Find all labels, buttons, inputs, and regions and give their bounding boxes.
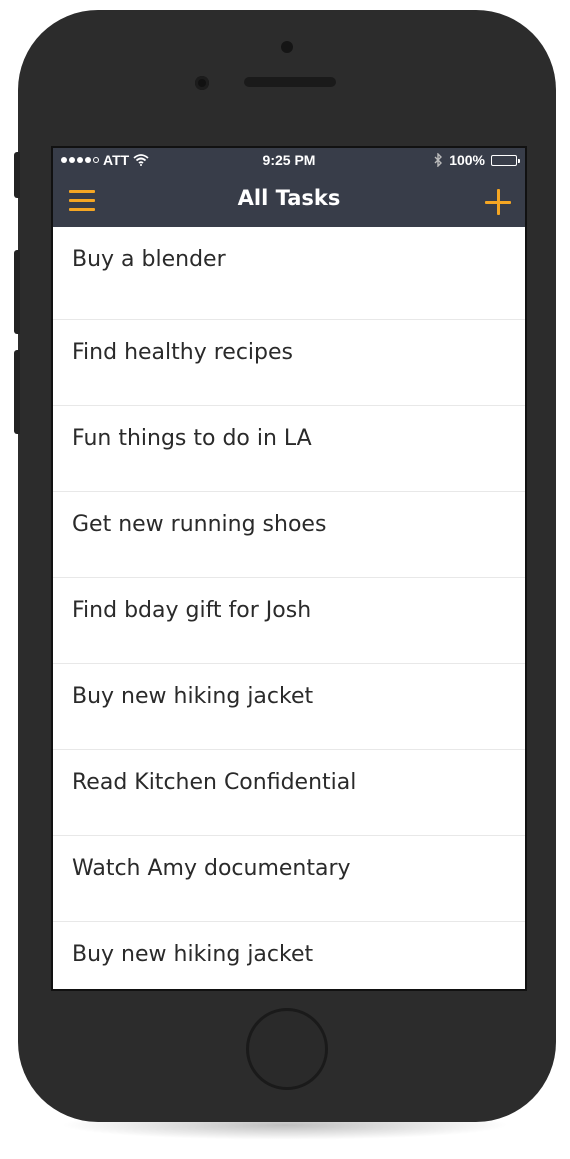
task-item[interactable]: Buy new hiking jacket bbox=[53, 922, 525, 989]
mute-switch bbox=[14, 152, 20, 198]
battery-percent: 100% bbox=[449, 152, 485, 168]
plus-icon[interactable] bbox=[485, 189, 511, 215]
earpiece-speaker bbox=[244, 77, 336, 87]
task-item[interactable]: Find bday gift for Josh bbox=[53, 578, 525, 664]
task-item[interactable]: Buy new hiking jacket bbox=[53, 664, 525, 750]
volume-up-button bbox=[14, 250, 20, 334]
page-title: All Tasks bbox=[237, 186, 341, 210]
battery-icon bbox=[491, 154, 520, 166]
app-header: ATT 9:25 PM 100% All Tasks bbox=[53, 148, 525, 227]
task-list: Buy a blender Find healthy recipes Fun t… bbox=[53, 227, 525, 989]
volume-down-button bbox=[14, 350, 20, 434]
home-button[interactable] bbox=[246, 1008, 328, 1090]
proximity-sensor bbox=[281, 41, 293, 53]
phone-screen: ATT 9:25 PM 100% All Tasks Buy a blender… bbox=[51, 146, 527, 991]
navigation-bar: All Tasks bbox=[53, 172, 525, 227]
task-item[interactable]: Fun things to do in LA bbox=[53, 406, 525, 492]
bluetooth-icon bbox=[434, 153, 443, 167]
task-item[interactable]: Buy a blender bbox=[53, 227, 525, 320]
task-item[interactable]: Get new running shoes bbox=[53, 492, 525, 578]
status-bar: ATT 9:25 PM 100% bbox=[53, 148, 525, 172]
task-item[interactable]: Read Kitchen Confidential bbox=[53, 750, 525, 836]
task-item[interactable]: Watch Amy documentary bbox=[53, 836, 525, 922]
task-item[interactable]: Find healthy recipes bbox=[53, 320, 525, 406]
status-right: 100% bbox=[434, 152, 520, 168]
front-camera bbox=[195, 76, 209, 90]
